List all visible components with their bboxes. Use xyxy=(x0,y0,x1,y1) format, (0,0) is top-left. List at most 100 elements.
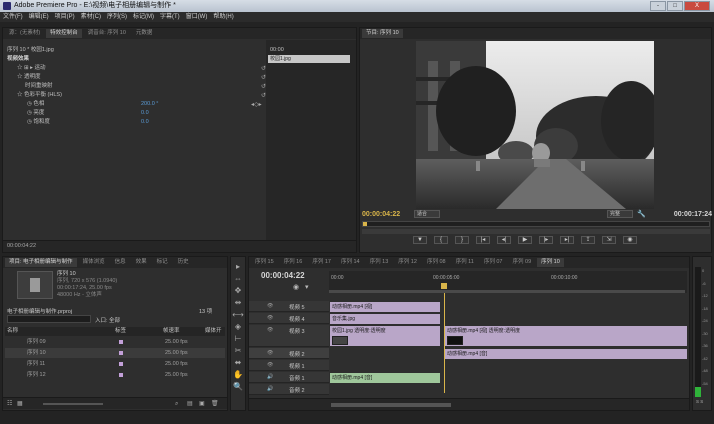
tab-seq-17[interactable]: 序列 17 xyxy=(308,258,335,267)
new-bin-icon[interactable]: ▤ xyxy=(187,398,193,410)
effect-color-balance[interactable]: ☆ 色彩平衡 (HLS) xyxy=(17,91,62,99)
clip-a1-audio[interactable]: 动感相册.mp4 [音] xyxy=(330,373,440,383)
track-header-v2[interactable]: 👁 视频 2 xyxy=(249,348,329,359)
speaker-icon[interactable]: 🔊 xyxy=(267,386,273,392)
clip-v3-campus[interactable]: 校园1.jpg 透明度:透明度 xyxy=(330,326,440,346)
tab-seq-15[interactable]: 序列 15 xyxy=(251,258,278,267)
razor-tool-icon[interactable]: ◈ xyxy=(232,321,244,333)
tab-seq-13[interactable]: 序列 13 xyxy=(366,258,393,267)
go-to-out-button[interactable]: ▸| xyxy=(560,236,574,244)
play-button[interactable]: ▶ xyxy=(518,236,532,244)
quality-dropdown[interactable]: 完整 xyxy=(607,210,633,218)
tab-effect-controls[interactable]: 特效控制台 xyxy=(46,29,82,38)
mark-in-point-button[interactable]: { xyxy=(434,236,448,244)
maximize-button[interactable]: □ xyxy=(667,1,683,11)
slide-tool-icon[interactable]: ✂ xyxy=(232,345,244,357)
tab-seq-11[interactable]: 序列 11 xyxy=(452,258,478,267)
param-lightness-value[interactable]: 0.0 xyxy=(141,109,149,117)
menu-clip[interactable]: 素材(C) xyxy=(81,12,101,22)
track-select-tool-icon[interactable]: ⇔ xyxy=(232,273,244,285)
track-header-v3[interactable]: 👁 视频 3 xyxy=(249,325,329,347)
lift-button[interactable]: ⇪ xyxy=(581,236,595,244)
clip-v3-video[interactable]: 动感相册.mp4 [视] 透明度:透明度 xyxy=(445,326,687,346)
tab-info[interactable]: 信息 xyxy=(111,258,130,267)
extract-button[interactable]: ⇲ xyxy=(602,236,616,244)
clip-v4-image[interactable]: 音乐集.jpg xyxy=(330,314,440,324)
fit-dropdown[interactable]: 适合 xyxy=(414,210,440,218)
rolling-edit-tool-icon[interactable]: ⇹ xyxy=(232,297,244,309)
track-header-v1[interactable]: 👁 视频 1 xyxy=(249,360,329,371)
tab-seq-07[interactable]: 序列 07 xyxy=(480,258,507,267)
eye-icon[interactable]: 👁 xyxy=(267,315,273,321)
timeline-timecode[interactable]: 00:00:04:22 xyxy=(261,271,305,280)
col-name[interactable]: 名称 xyxy=(7,327,18,336)
in-filter-dropdown[interactable]: 入口: 全部 xyxy=(95,316,120,324)
trash-icon[interactable]: 🗑 xyxy=(211,398,219,410)
tab-seq-09[interactable]: 序列 09 xyxy=(509,258,536,267)
tab-seq-08[interactable]: 序列 08 xyxy=(423,258,450,267)
clip-v5-video[interactable]: 动感相册.mp4 [视] xyxy=(330,302,440,312)
program-scrub-bar[interactable] xyxy=(362,221,710,227)
tab-program[interactable]: 节目: 序列 10 xyxy=(362,29,403,38)
list-item[interactable]: 序列 12 25.00 fps xyxy=(5,370,225,380)
program-playhead[interactable] xyxy=(363,222,367,226)
project-search-input[interactable] xyxy=(7,315,91,323)
menu-title[interactable]: 字幕(T) xyxy=(160,12,180,22)
tab-effects[interactable]: 效果 xyxy=(132,258,151,267)
tab-seq-16[interactable]: 序列 16 xyxy=(280,258,307,267)
tab-seq-14[interactable]: 序列 14 xyxy=(337,258,364,267)
tab-seq-12[interactable]: 序列 12 xyxy=(394,258,421,267)
work-area-bar[interactable] xyxy=(329,290,685,293)
tab-history[interactable]: 历史 xyxy=(174,258,193,267)
add-marker-icon[interactable]: ▾ xyxy=(305,283,309,291)
program-zoom-bar[interactable] xyxy=(362,229,710,234)
tab-seq-10[interactable]: 序列 10 xyxy=(537,258,564,267)
ripple-edit-tool-icon[interactable]: ✥ xyxy=(232,285,244,297)
snap-icon[interactable]: ◉ xyxy=(293,283,299,291)
step-forward-button[interactable]: |▸ xyxy=(539,236,553,244)
track-header-a2[interactable]: 🔊 音频 2 xyxy=(249,384,329,395)
zoom-tool-icon[interactable]: 🔍 xyxy=(232,381,244,393)
menu-sequence[interactable]: 序列(S) xyxy=(107,12,127,22)
list-view-icon[interactable]: ☷ xyxy=(7,398,12,410)
effect-opacity[interactable]: ☆ 透明度 xyxy=(17,73,41,81)
selection-tool-icon[interactable]: ▸ xyxy=(232,261,244,273)
track-header-v5[interactable]: 👁 视频 5 xyxy=(249,301,329,312)
eye-icon[interactable]: 👁 xyxy=(267,350,273,356)
pen-tool-icon[interactable]: ⬌ xyxy=(232,357,244,369)
rate-stretch-tool-icon[interactable]: ⟷ xyxy=(232,309,244,321)
mini-clip-bar[interactable]: 校园1.jpg xyxy=(268,55,350,63)
track-header-a1[interactable]: 🔊 音频 1 xyxy=(249,372,329,383)
menu-window[interactable]: 窗口(W) xyxy=(186,12,208,22)
mark-out-point-button[interactable]: } xyxy=(455,236,469,244)
menu-marker[interactable]: 标记(M) xyxy=(133,12,154,22)
eye-icon[interactable]: 👁 xyxy=(267,303,273,309)
tab-media-browser[interactable]: 媒体浏览 xyxy=(79,258,109,267)
eye-icon[interactable]: 👁 xyxy=(267,362,273,368)
menu-file[interactable]: 文件(F) xyxy=(3,12,23,22)
param-saturation-value[interactable]: 0.0 xyxy=(141,118,149,126)
speaker-icon[interactable]: 🔊 xyxy=(267,374,273,380)
tab-audio-mixer[interactable]: 调音台: 序列 10 xyxy=(84,29,130,38)
zoom-slider[interactable] xyxy=(43,403,103,405)
tab-source[interactable]: 源：(无素材) xyxy=(5,29,44,38)
list-item[interactable]: 序列 09 25.00 fps xyxy=(5,337,225,347)
mark-in-button[interactable]: ▼ xyxy=(413,236,427,244)
wrench-icon[interactable]: 🔧 xyxy=(637,210,646,218)
new-item-icon[interactable]: ▣ xyxy=(199,398,205,410)
list-item[interactable]: 序列 11 25.00 fps xyxy=(5,359,225,369)
tab-metadata[interactable]: 元数据 xyxy=(132,29,157,38)
menu-edit[interactable]: 编辑(E) xyxy=(29,12,49,22)
step-back-button[interactable]: ◂| xyxy=(497,236,511,244)
find-icon[interactable]: ⌕ xyxy=(175,398,178,410)
hand-tool-icon[interactable]: ✋ xyxy=(232,369,244,381)
meter-solo-labels[interactable]: S S xyxy=(696,399,703,404)
menu-help[interactable]: 帮助(H) xyxy=(213,12,233,22)
timeline-zoom-bar[interactable] xyxy=(331,403,451,407)
effect-motion[interactable]: ☆ ⊞ ▸ 运动 xyxy=(17,64,45,72)
effect-time-remap[interactable]: 时间重映射 xyxy=(25,82,53,90)
col-label[interactable]: 标签 xyxy=(115,327,126,336)
param-hue-value[interactable]: 200.0 ° xyxy=(141,100,159,108)
keyframe-nav-icon[interactable]: ◂◇▸ xyxy=(251,101,262,108)
close-button[interactable]: X xyxy=(684,1,710,11)
